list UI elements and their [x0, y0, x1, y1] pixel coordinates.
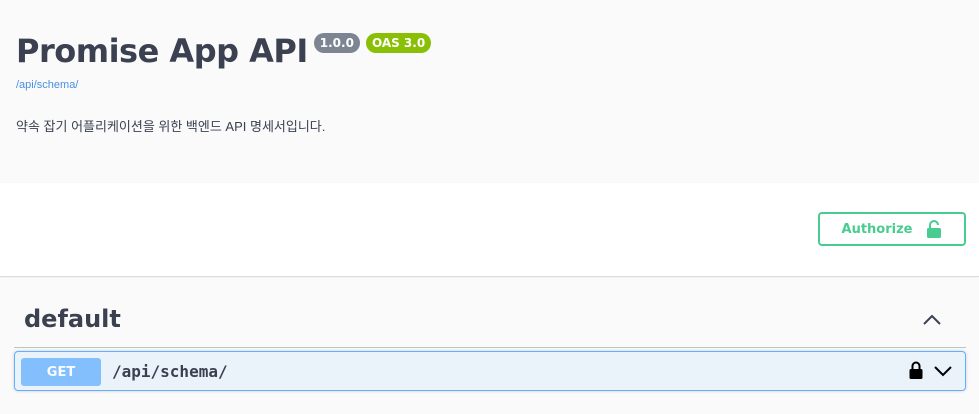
operation-get-api-schema[interactable]: GET /api/schema/ [14, 351, 966, 391]
tag-section-default[interactable]: default [14, 292, 966, 348]
scheme-container: Authorize [0, 183, 979, 277]
schema-link[interactable]: /api/schema/ [16, 79, 78, 91]
chevron-down-icon[interactable] [933, 364, 953, 378]
operations-section: default GET /api/schema/ [0, 278, 979, 414]
lock-icon[interactable] [909, 361, 923, 379]
api-title: Promise App API [16, 32, 308, 70]
title-row: Promise App API 1.0.0 OAS 3.0 [16, 30, 432, 72]
tag-name: default [24, 305, 121, 333]
chevron-up-icon[interactable] [922, 312, 942, 326]
api-info-section: Promise App API 1.0.0 OAS 3.0 /api/schem… [0, 0, 979, 183]
api-description: 약속 잡기 어플리케이션을 위한 백엔드 API 명세서입니다. [16, 119, 326, 134]
method-badge-get: GET [21, 358, 101, 386]
lock-open-icon [927, 220, 942, 238]
oas-version-badge: OAS 3.0 [365, 33, 432, 53]
authorize-button[interactable]: Authorize [818, 212, 966, 246]
operation-path: /api/schema/ [112, 362, 228, 381]
authorize-label: Authorize [841, 221, 913, 237]
version-badge: 1.0.0 [313, 33, 360, 53]
